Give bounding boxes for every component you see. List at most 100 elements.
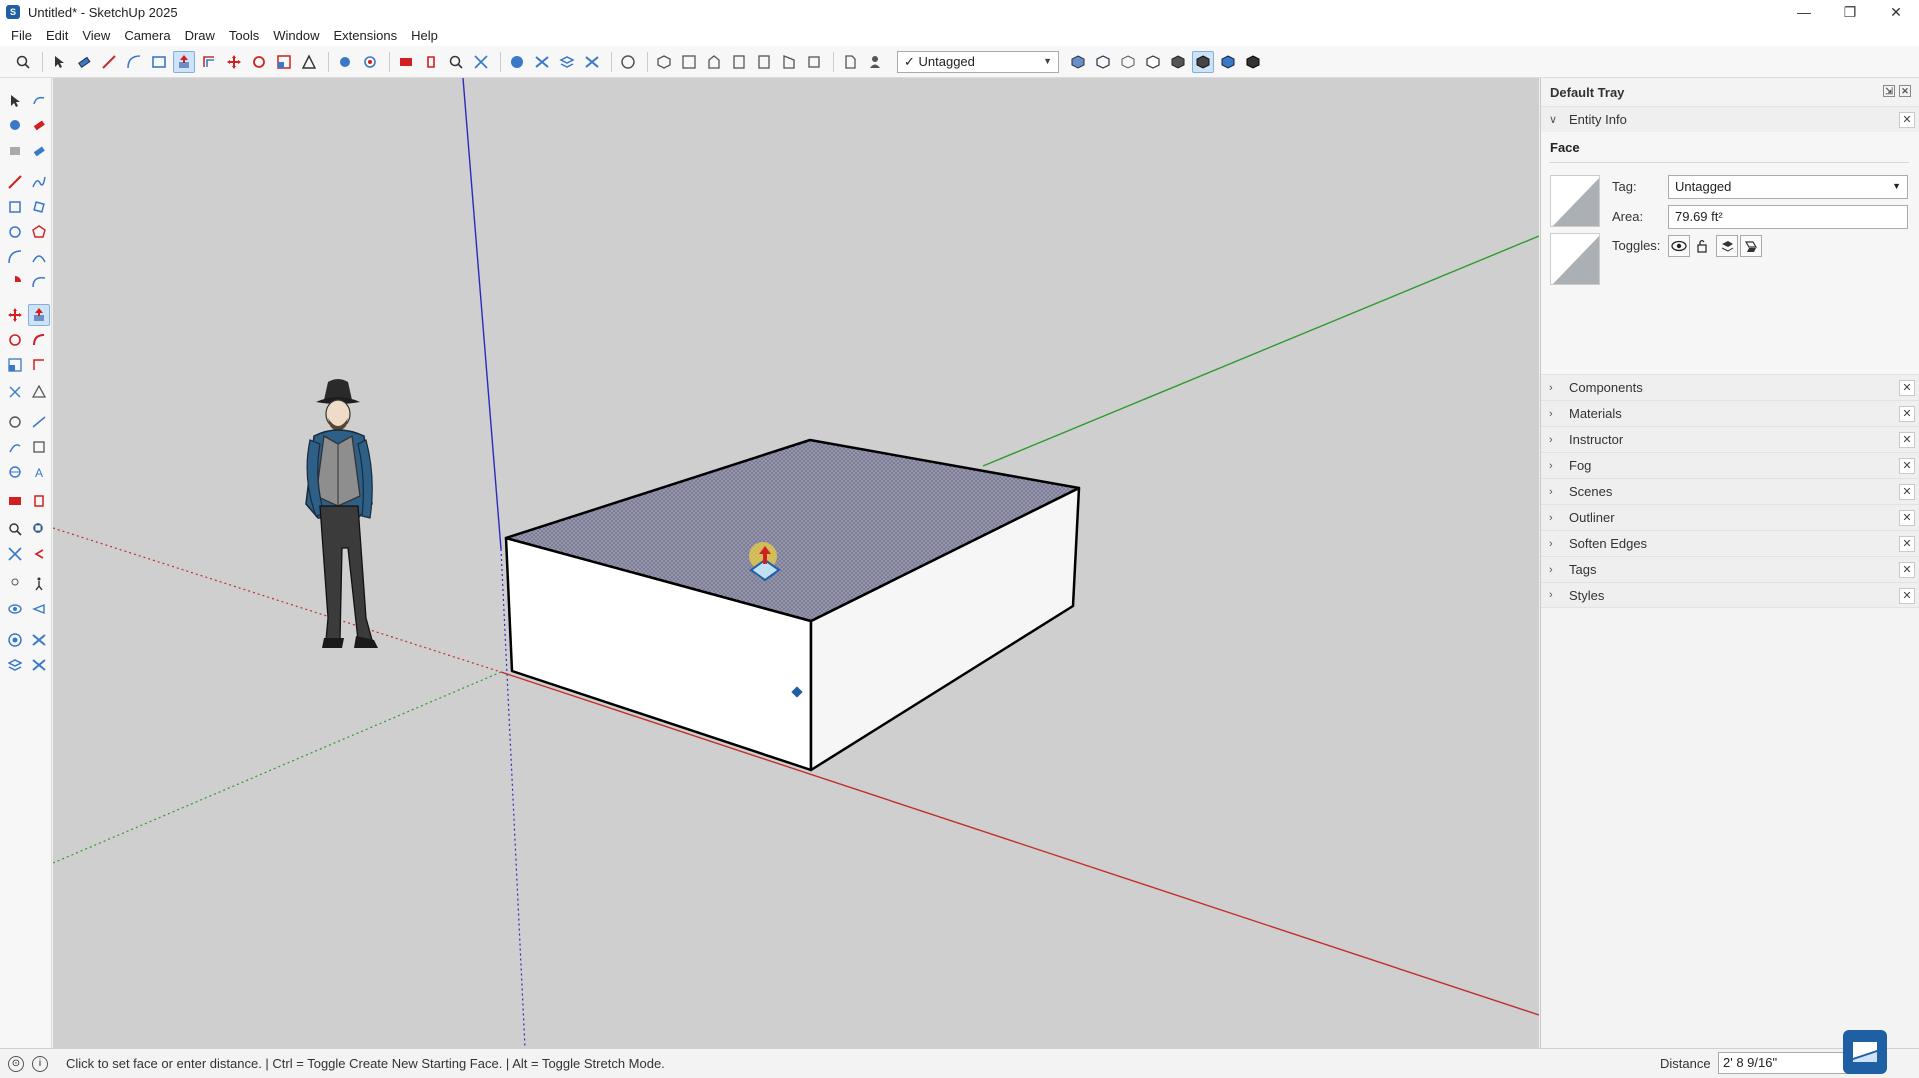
position-camera-icon[interactable] [4,573,26,595]
rotate-tool-icon[interactable] [248,51,270,73]
extension-warehouse-icon[interactable] [531,51,553,73]
new-file-icon[interactable] [839,51,861,73]
protractor-icon[interactable] [28,381,50,403]
two-point-arc-icon[interactable] [28,246,50,268]
profile-icon[interactable] [617,51,639,73]
close-styles-button[interactable]: ✕ [1899,588,1915,604]
close-scenes-button[interactable]: ✕ [1899,484,1915,500]
offset-icon[interactable] [28,354,50,376]
zoom-window-icon[interactable] [28,518,50,540]
xray-style-icon[interactable] [1067,51,1089,73]
extension-warehouse-side-icon[interactable] [28,629,50,651]
walk-icon[interactable] [28,573,50,595]
user-icon[interactable] [864,51,886,73]
layers-icon[interactable] [556,51,578,73]
monochrome-dark-style-icon[interactable] [1242,51,1264,73]
receive-shadows-icon[interactable] [1716,235,1738,257]
walk-tool-icon[interactable] [420,51,442,73]
lasso-tool-icon[interactable] [28,90,50,112]
rectangle-icon[interactable] [4,196,26,218]
tag-select[interactable]: Untagged ▼ [1668,175,1908,199]
minimize-button[interactable]: — [1781,0,1827,24]
back-material-swatch[interactable] [1550,233,1600,285]
top-view-icon[interactable] [678,51,700,73]
three-point-arc-icon[interactable] [28,271,50,293]
zoom-icon[interactable] [4,518,26,540]
arc-icon[interactable] [4,246,26,268]
scenes-panel-header[interactable]: › Scenes ✕ [1541,478,1919,504]
menu-help[interactable]: Help [404,28,445,43]
tag-dropdown[interactable]: ✓ Untagged ▼ [897,50,1059,73]
tag-tool-icon[interactable] [4,140,26,162]
rectangle-tool-icon[interactable] [148,51,170,73]
move-icon[interactable] [4,304,26,326]
follow-me-icon[interactable] [28,329,50,351]
menu-extensions[interactable]: Extensions [327,28,405,43]
hidden-line-style-icon[interactable] [1142,51,1164,73]
model-scene[interactable] [53,78,1539,1048]
front-view-icon[interactable] [703,51,725,73]
distance-measurement-box[interactable]: 2' 8 9/16" [1718,1052,1848,1074]
tag-eraser-icon[interactable] [28,140,50,162]
orbit-tool-icon[interactable] [359,51,381,73]
rotated-rectangle-icon[interactable] [28,196,50,218]
arc-tool-icon[interactable] [123,51,145,73]
cast-shadows-icon[interactable] [1740,235,1762,257]
push-pull-icon[interactable] [28,304,50,326]
eraser-tool-icon[interactable] [73,51,95,73]
soften-edges-panel-header[interactable]: › Soften Edges ✕ [1541,530,1919,556]
right-view-icon[interactable] [728,51,750,73]
layer-stack-icon[interactable] [4,654,26,676]
label-icon[interactable]: A [28,461,50,483]
back-view-icon[interactable] [753,51,775,73]
axes-icon[interactable] [28,436,50,458]
close-entity-info-button[interactable]: ✕ [1899,112,1915,128]
close-window-button[interactable]: ✕ [1873,0,1919,24]
menu-edit[interactable]: Edit [39,28,75,43]
rotate-icon[interactable] [4,329,26,351]
iso-view-icon[interactable] [653,51,675,73]
close-tray-icon[interactable]: ✕ [1899,85,1911,97]
entity-info-header[interactable]: ∨ Entity Info ✕ [1541,106,1919,132]
pie-icon[interactable] [4,271,26,293]
section-fill-icon[interactable] [28,490,50,512]
tags-panel-header[interactable]: › Tags ✕ [1541,556,1919,582]
close-tags-button[interactable]: ✕ [1899,562,1915,578]
info-icon[interactable]: i [32,1055,48,1072]
maximize-button[interactable]: ❐ [1827,0,1873,24]
circle-icon[interactable] [4,221,26,243]
close-materials-button[interactable]: ✕ [1899,406,1915,422]
styles-panel-header[interactable]: › Styles ✕ [1541,582,1919,608]
front-material-swatch[interactable] [1550,175,1600,227]
lock-icon[interactable] [1692,235,1714,257]
back-edges-style-icon[interactable] [1092,51,1114,73]
section-plane-tool-icon[interactable] [395,51,417,73]
visibility-eye-icon[interactable] [1668,235,1690,257]
line-icon[interactable] [4,171,26,193]
components-panel-header[interactable]: › Components ✕ [1541,374,1919,400]
extension-manager-side-icon[interactable] [28,654,50,676]
3d-viewport[interactable] [53,78,1539,1048]
monochrome-style-icon[interactable] [1217,51,1239,73]
search-icon[interactable] [12,51,34,73]
zoom-extents-side-icon[interactable] [4,543,26,565]
paint-bucket-tool-icon[interactable] [334,51,356,73]
close-components-button[interactable]: ✕ [1899,380,1915,396]
flip-icon[interactable] [4,381,26,403]
3d-text-icon[interactable] [4,461,26,483]
dimension-icon[interactable] [28,411,50,433]
pin-tray-icon[interactable]: ⇲ [1883,85,1895,97]
tape-measure-tool-icon[interactable] [298,51,320,73]
menu-file[interactable]: File [4,28,39,43]
scale-icon[interactable] [4,354,26,376]
close-soften-edges-button[interactable]: ✕ [1899,536,1915,552]
push-pull-tool-icon[interactable] [173,50,195,73]
materials-panel-header[interactable]: › Materials ✕ [1541,400,1919,426]
offset-tool-icon[interactable] [198,51,220,73]
text-icon[interactable] [4,436,26,458]
instructor-panel-header[interactable]: › Instructor ✕ [1541,426,1919,452]
close-instructor-button[interactable]: ✕ [1899,432,1915,448]
outliner-panel-header[interactable]: › Outliner ✕ [1541,504,1919,530]
line-tool-icon[interactable] [98,51,120,73]
eraser-icon[interactable] [28,114,50,136]
